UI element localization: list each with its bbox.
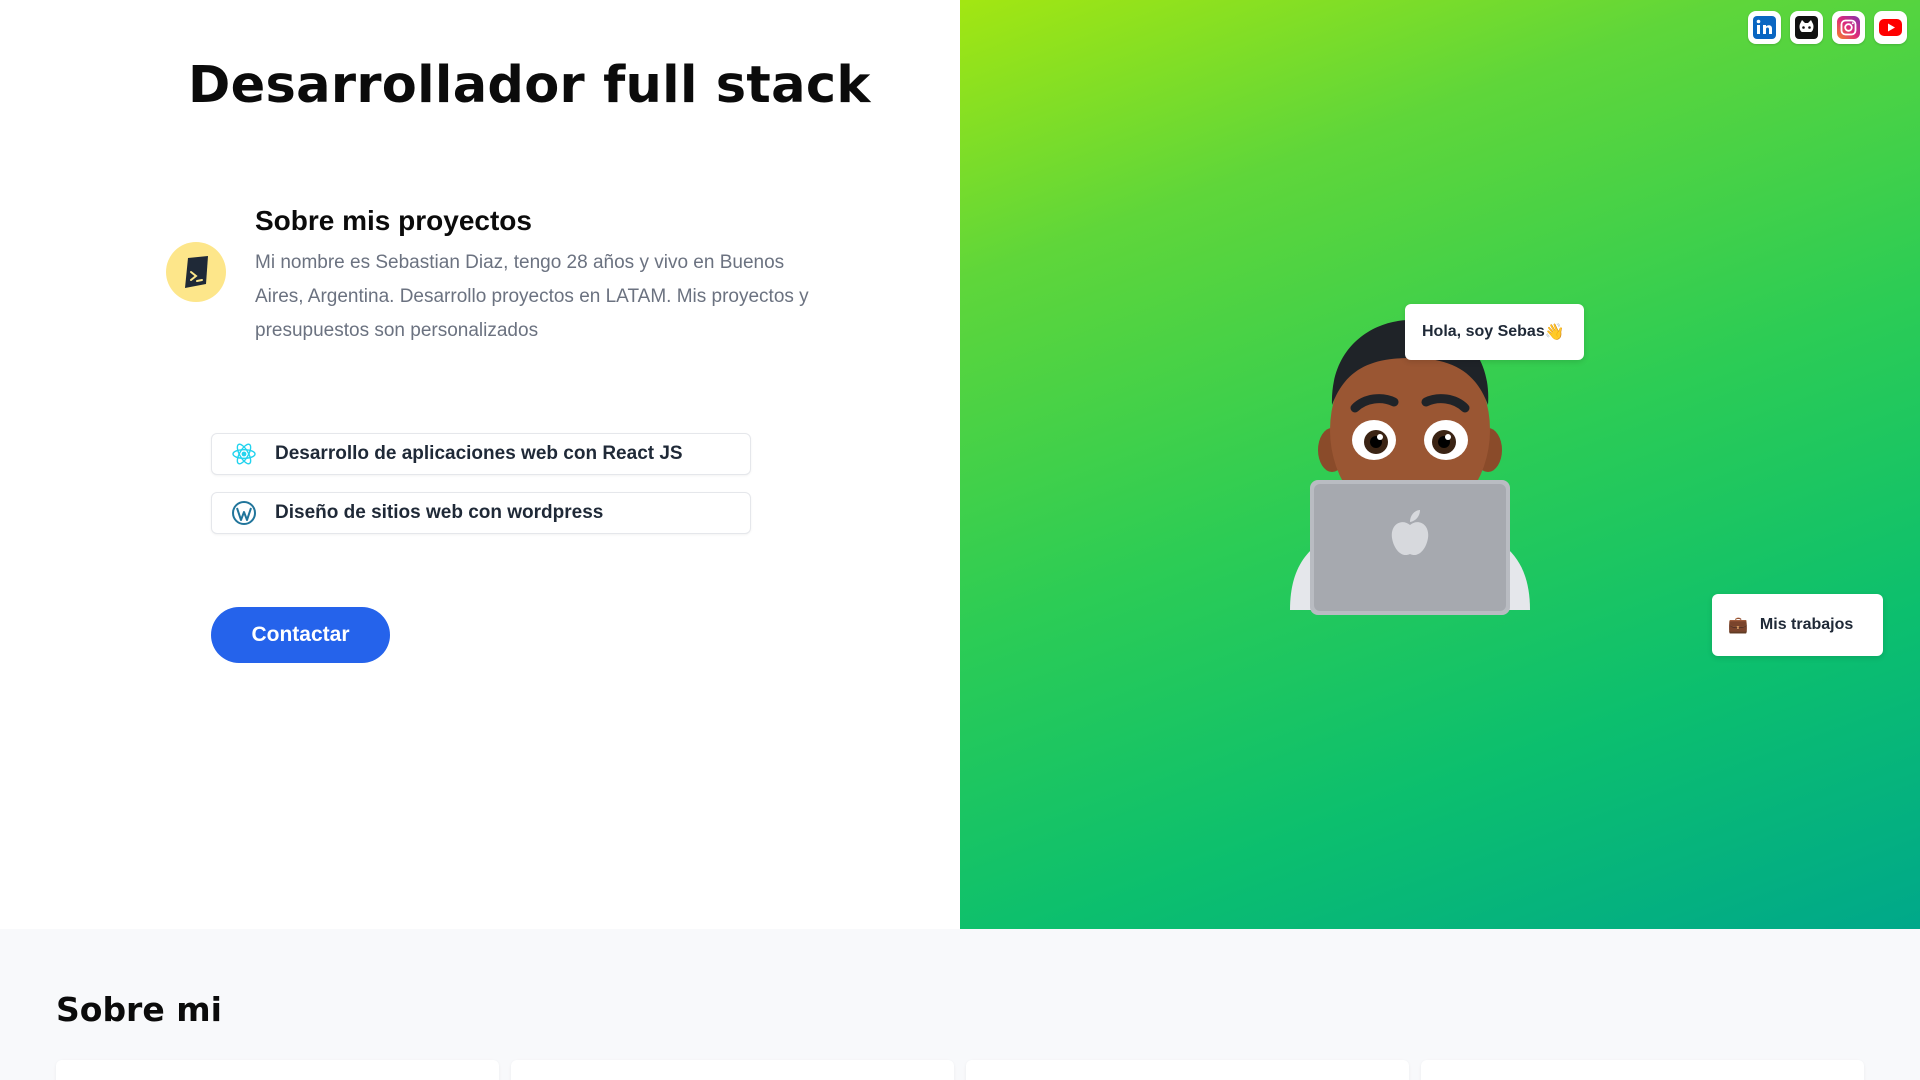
page: Desarrollador full stack Sobre mis proye… (0, 0, 1920, 1080)
about-card (1421, 1060, 1864, 1080)
about-me-section: Sobre mi (0, 929, 1920, 1080)
service-item-react: Desarrollo de aplicaciones web con React… (211, 433, 751, 475)
terminal-icon (166, 242, 226, 302)
wave-hand-icon: 👋 (1544, 324, 1565, 341)
service-label: Desarrollo de aplicaciones web con React… (275, 443, 683, 464)
hero-section: Desarrollador full stack Sobre mis proye… (0, 0, 1920, 929)
linkedin-icon[interactable] (1748, 11, 1781, 44)
my-work-button[interactable]: 💼 Mis trabajos (1712, 594, 1883, 656)
service-item-wordpress: Diseño de sitios web con wordpress (211, 492, 751, 534)
briefcase-icon: 💼 (1728, 617, 1748, 634)
about-card (56, 1060, 499, 1080)
wordpress-icon (230, 499, 258, 527)
about-projects-title: Sobre mis proyectos (255, 205, 532, 236)
my-work-label: Mis trabajos (1759, 616, 1854, 633)
hero-right-panel: Hola, soy Sebas 👋 💼 Mis trabajos (960, 0, 1920, 929)
about-card (966, 1060, 1409, 1080)
about-projects-text: Mi nombre es Sebastian Diaz, tengo 28 añ… (255, 252, 809, 341)
github-icon[interactable] (1790, 11, 1823, 44)
contact-button[interactable]: Contactar (211, 607, 390, 663)
react-icon (230, 440, 258, 468)
about-me-title: Sobre mi (56, 990, 222, 1029)
hero-left-panel: Desarrollador full stack Sobre mis proye… (0, 0, 960, 929)
youtube-icon[interactable] (1874, 11, 1907, 44)
greeting-bubble: Hola, soy Sebas 👋 (1405, 304, 1584, 360)
about-card (511, 1060, 954, 1080)
hero-title: Desarrollador full stack (188, 56, 871, 115)
greeting-text: Hola, soy Sebas (1422, 323, 1545, 340)
instagram-icon[interactable] (1832, 11, 1865, 44)
service-label: Diseño de sitios web con wordpress (275, 502, 604, 523)
social-links (1748, 11, 1907, 44)
